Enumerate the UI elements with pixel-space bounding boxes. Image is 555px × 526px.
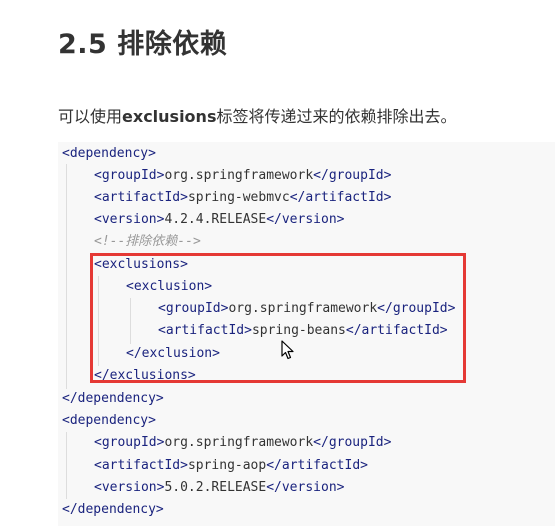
exclusions-highlight-box xyxy=(90,253,466,383)
dependency-open-tag: dependency xyxy=(69,413,149,428)
indent-guide xyxy=(66,432,67,499)
paragraph-keyword: exclusions xyxy=(122,107,217,126)
dependency-close-tag: /dependency xyxy=(69,391,156,406)
dependency-open-tag: dependency xyxy=(69,146,149,161)
artifactid-close-tag: /artifactId xyxy=(297,190,384,205)
code-line: <artifactId>spring-aop</artifactId> xyxy=(94,458,368,473)
version-open-tag: version xyxy=(101,212,157,227)
code-line: <dependency> xyxy=(62,146,156,161)
groupid-open-tag: groupId xyxy=(101,435,157,450)
code-line: <artifactId>spring-webmvc</artifactId> xyxy=(94,190,392,205)
artifactid-close-tag: /artifactId xyxy=(274,458,361,473)
dep1-version-value: 4.2.4.RELEASE xyxy=(164,212,267,227)
dep2-artifact-value: spring-aop xyxy=(187,458,267,473)
indent-guide xyxy=(66,164,67,389)
dependency-close-tag: /dependency xyxy=(69,502,156,517)
groupid-close-tag: /groupId xyxy=(321,435,384,450)
code-line: <version>5.0.2.RELEASE</version> xyxy=(94,480,345,495)
code-line: <groupId>org.springframework</groupId> xyxy=(94,168,392,183)
description-paragraph: 可以使用exclusions标签将传递过来的依赖排除出去。 xyxy=(58,103,456,127)
dep2-group-value: org.springframework xyxy=(164,435,314,450)
section-heading: 2.5 排除依赖 xyxy=(58,29,228,60)
paragraph-prefix: 可以使用 xyxy=(58,107,123,126)
code-line: <groupId>org.springframework</groupId> xyxy=(94,435,392,450)
artifactid-open-tag: artifactId xyxy=(101,458,181,473)
paragraph-suffix: 标签将传递过来的依赖排除出去。 xyxy=(216,107,457,126)
artifactid-open-tag: artifactId xyxy=(101,190,181,205)
code-line: <version>4.2.4.RELEASE</version> xyxy=(94,212,345,227)
groupid-close-tag: /groupId xyxy=(321,168,384,183)
groupid-open-tag: groupId xyxy=(101,168,157,183)
version-open-tag: version xyxy=(101,480,157,495)
code-comment: <!--排除依赖--> xyxy=(94,234,201,249)
code-line: <dependency> xyxy=(62,413,156,428)
dep2-version-value: 5.0.2.RELEASE xyxy=(164,480,267,495)
dep1-group-value: org.springframework xyxy=(164,168,314,183)
version-close-tag: /version xyxy=(274,212,337,227)
code-line: </dependency> xyxy=(62,391,164,406)
version-close-tag: /version xyxy=(274,480,337,495)
mouse-pointer-icon xyxy=(281,340,294,360)
code-line: </dependency> xyxy=(62,502,164,517)
dep1-artifact-value: spring-webmvc xyxy=(187,190,290,205)
